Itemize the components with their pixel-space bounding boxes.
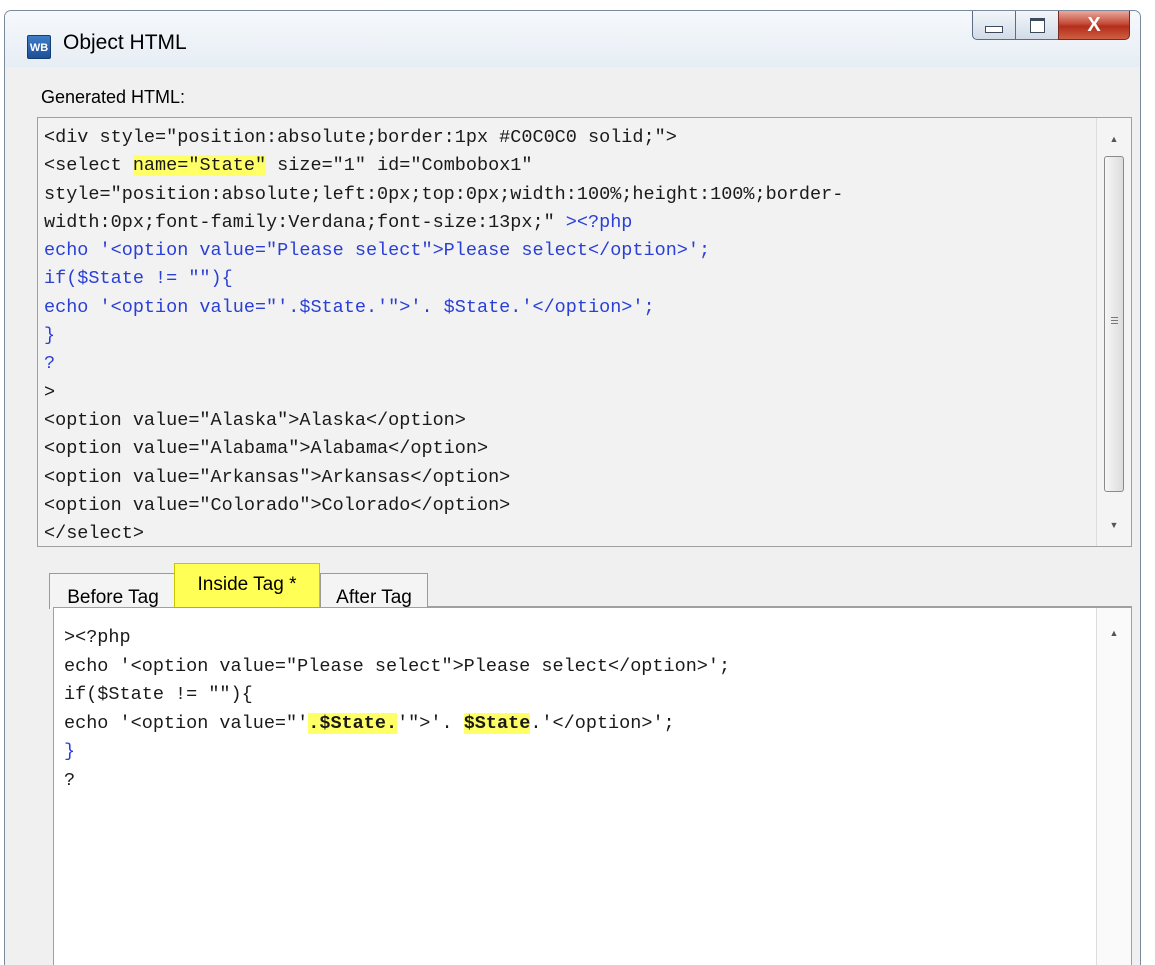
scroll-up-icon[interactable]: ▲ xyxy=(1097,126,1131,152)
maximize-icon xyxy=(1029,17,1045,33)
grip-line xyxy=(1111,320,1118,321)
minimize-icon xyxy=(985,25,1003,33)
window-controls: X xyxy=(972,11,1130,41)
tab-after-tag[interactable]: After Tag xyxy=(320,573,428,609)
code-line: <option value="Alabama">Alabama</option> xyxy=(44,438,489,460)
php-code-line: if($State != ""){ xyxy=(44,268,233,290)
tab-before-tag[interactable]: Before Tag xyxy=(49,573,177,609)
vertical-scrollbar[interactable]: ▲ xyxy=(1096,608,1131,965)
object-html-dialog: WB Object HTML X Generated HTML: <div st… xyxy=(4,10,1141,965)
minimize-button[interactable] xyxy=(972,11,1016,40)
grip-line xyxy=(1111,323,1118,324)
code-line: > xyxy=(44,381,56,403)
inside-tag-editor[interactable]: ><?php echo '<option value="Please selec… xyxy=(53,607,1132,965)
title-bar[interactable]: WB Object HTML X xyxy=(5,11,1140,67)
scroll-up-icon[interactable]: ▲ xyxy=(1097,620,1131,646)
code-line: width:0px;font-family:Verdana;font-size:… xyxy=(44,211,566,233)
tab-inside-tag[interactable]: Inside Tag * xyxy=(174,563,320,609)
php-code-line: ><?php xyxy=(565,211,633,233)
code-line: size="1" id="Combobox1" xyxy=(266,155,533,177)
code-line: .'</option>'; xyxy=(530,712,675,734)
highlighted-name-attr: name="State" xyxy=(132,155,267,177)
code-line: ><?php xyxy=(64,627,131,648)
window-title: Object HTML xyxy=(63,31,187,54)
code-line: <option value="Arkansas">Arkansas</optio… xyxy=(44,466,511,488)
vertical-scrollbar[interactable]: ▲ ▼ xyxy=(1096,118,1131,546)
code-line: <option value="Colorado">Colorado</optio… xyxy=(44,494,511,516)
php-code-line: echo '<option value="Please select">Plea… xyxy=(44,240,711,262)
code-line: '">'. xyxy=(397,712,464,734)
code-line: echo '<option value="' xyxy=(64,712,309,734)
app-icon: WB xyxy=(27,35,51,59)
php-code-line: echo '<option value="'.$State.'">'. $Sta… xyxy=(44,296,655,318)
highlighted-state-var: $State xyxy=(463,712,531,734)
generated-code: <div style="position:absolute;border:1px… xyxy=(44,124,1091,548)
generated-html-editor[interactable]: <div style="position:absolute;border:1px… xyxy=(37,117,1132,547)
scroll-thumb[interactable] xyxy=(1104,156,1124,492)
inside-tag-code: ><?php echo '<option value="Please selec… xyxy=(64,624,1091,795)
maximize-button[interactable] xyxy=(1015,11,1059,40)
code-line: if($State != ""){ xyxy=(64,684,253,705)
code-line: } xyxy=(64,741,76,762)
close-icon: X xyxy=(1087,13,1101,36)
code-line: </select> xyxy=(44,523,144,545)
code-line: ? xyxy=(64,769,76,791)
code-line: style="position:absolute;left:0px;top:0p… xyxy=(44,183,844,205)
generated-html-label: Generated HTML: xyxy=(41,87,186,107)
scroll-down-icon[interactable]: ▼ xyxy=(1097,512,1131,538)
grip-line xyxy=(1111,317,1118,318)
php-code-line: ? xyxy=(44,353,56,375)
code-line: echo '<option value="Please select">Plea… xyxy=(64,655,731,677)
code-line: <select xyxy=(44,155,133,177)
highlighted-state-var: .$State. xyxy=(308,712,398,734)
php-code-line: } xyxy=(44,325,56,347)
code-line: <option value="Alaska">Alaska</option> xyxy=(44,409,466,431)
code-line: <div style="position:absolute;border:1px… xyxy=(44,127,677,148)
close-button[interactable]: X xyxy=(1058,11,1130,40)
